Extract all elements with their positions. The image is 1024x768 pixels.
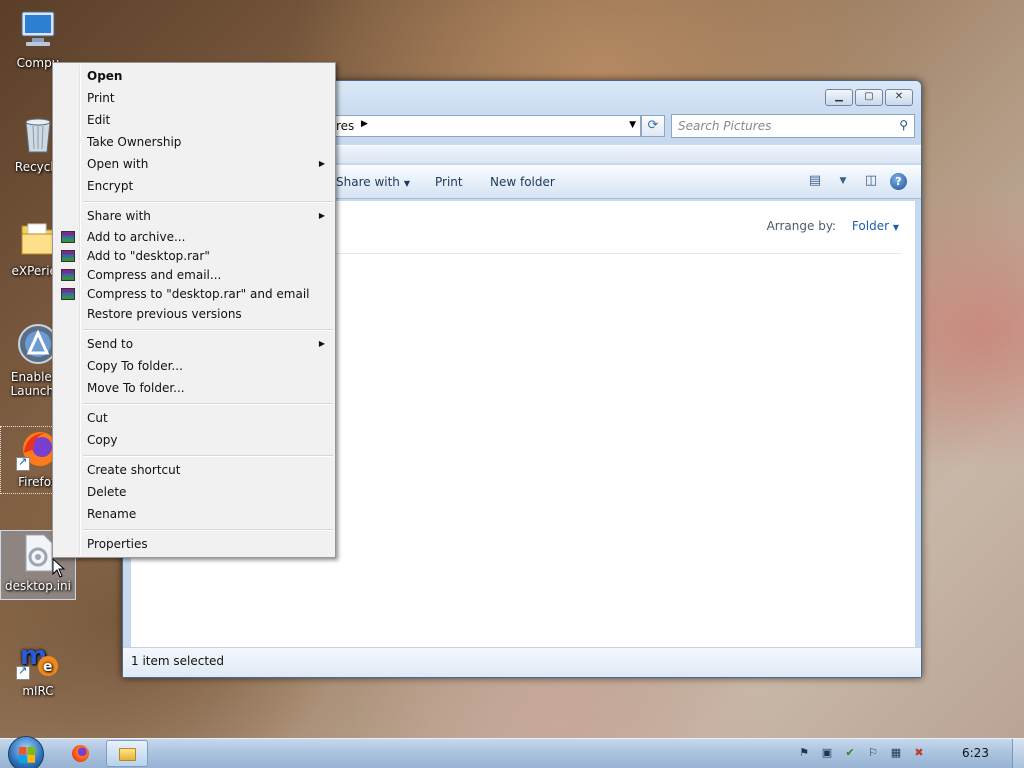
menu-item-add-to-rar[interactable]: Add to "desktop.rar" xyxy=(55,246,333,266)
folder-icon xyxy=(119,748,136,761)
menu-item-add-to-archive[interactable]: Add to archive... xyxy=(55,227,333,247)
menu-item-label: Compress to "desktop.rar" and email xyxy=(87,287,310,301)
show-desktop-button[interactable] xyxy=(1012,739,1024,768)
refresh-button[interactable]: ⟳ xyxy=(641,115,665,137)
menu-item-copy[interactable]: Copy xyxy=(55,430,333,450)
window-controls: ▁ ▢ ✕ xyxy=(825,89,913,106)
menu-item-send-to[interactable]: Send to ▶ xyxy=(55,334,333,354)
desktop-icon-computer[interactable]: Compu xyxy=(0,8,76,70)
windows-logo-icon xyxy=(19,747,35,763)
security-tray-icon[interactable]: ✔ xyxy=(842,745,858,761)
start-button[interactable] xyxy=(8,736,44,768)
mirc-icon: me xyxy=(16,636,60,680)
menu-item-print[interactable]: Print xyxy=(55,88,333,108)
firefox-icon xyxy=(72,745,89,762)
menu-item-label: Share with xyxy=(87,209,151,223)
mouse-cursor-icon xyxy=(52,558,66,578)
submenu-arrow-icon: ▶ xyxy=(318,159,325,168)
arrange-by: Arrange by: Folder ▼ xyxy=(767,219,899,233)
volume-muted-icon[interactable]: ✖ xyxy=(911,745,927,761)
menu-item-take-ownership[interactable]: Take Ownership xyxy=(55,132,333,152)
menu-item-rename[interactable]: Rename xyxy=(55,504,333,524)
preview-pane-icon[interactable]: ◫ xyxy=(862,172,880,190)
menu-item-properties[interactable]: Properties xyxy=(55,534,333,554)
search-input[interactable] xyxy=(678,116,888,136)
maximize-button[interactable]: ▢ xyxy=(855,89,883,106)
winrar-icon xyxy=(61,269,75,281)
menu-item-compress-rar-email[interactable]: Compress to "desktop.rar" and email xyxy=(55,284,333,304)
arrange-by-label: Arrange by: xyxy=(766,219,837,233)
menu-item-label: Compress and email... xyxy=(87,268,222,282)
search-box[interactable]: ⚲ xyxy=(671,114,915,138)
minimize-button[interactable]: ▁ xyxy=(825,89,853,106)
search-icon[interactable]: ⚲ xyxy=(899,118,908,132)
taskbar: ⚑ ▣ ✔ ⚐ ▦ ✖ 6:23 xyxy=(0,736,1024,768)
chevron-down-icon[interactable]: ▼ xyxy=(893,223,899,232)
submenu-arrow-icon: ▶ xyxy=(318,339,325,348)
system-tray: ⚑ ▣ ✔ ⚐ ▦ ✖ xyxy=(796,745,927,761)
view-dropdown-icon[interactable]: ▼ xyxy=(834,172,852,190)
winrar-icon xyxy=(61,250,75,262)
menu-separator xyxy=(83,403,333,405)
document-tray-icon[interactable]: ▣ xyxy=(819,745,835,761)
close-button[interactable]: ✕ xyxy=(885,89,913,106)
menu-item-create-shortcut[interactable]: Create shortcut xyxy=(55,460,333,480)
menu-separator xyxy=(83,455,333,457)
submenu-arrow-icon: ▶ xyxy=(318,211,325,220)
status-text: 1 item selected xyxy=(131,654,225,668)
menu-item-label: Open with xyxy=(87,157,149,171)
menu-item-share-with[interactable]: Share with ▶ xyxy=(55,206,333,226)
menu-item-restore-versions[interactable]: Restore previous versions xyxy=(55,304,333,324)
computer-icon xyxy=(16,8,60,52)
breadcrumb[interactable]: res xyxy=(336,119,354,133)
menu-item-copy-to-folder[interactable]: Copy To folder... xyxy=(55,356,333,376)
desktop-icon-mirc[interactable]: me mIRC xyxy=(0,636,76,698)
network-icon[interactable]: ▦ xyxy=(888,745,904,761)
menu-separator xyxy=(83,329,333,331)
chevron-down-icon: ▼ xyxy=(403,179,411,188)
desktop-icon-label: desktop.ini xyxy=(5,579,71,593)
menu-item-open-with[interactable]: Open with ▶ xyxy=(55,154,333,174)
share-with-label: Share with xyxy=(336,175,400,189)
status-bar: 1 item selected xyxy=(123,647,921,677)
network-tray-icon[interactable]: ⚑ xyxy=(796,745,812,761)
arrange-by-dropdown[interactable]: Folder xyxy=(852,219,889,233)
breadcrumb-arrow-icon[interactable]: ▶ xyxy=(361,119,368,129)
flag-icon[interactable]: ⚐ xyxy=(865,745,881,761)
taskbar-explorer-button[interactable] xyxy=(106,740,148,767)
desktop-icon-label: mIRC xyxy=(22,684,54,698)
share-with-button[interactable]: Share with ▼ xyxy=(336,175,410,189)
view-controls: ▤ ▼ ◫ ? xyxy=(806,172,907,190)
change-view-icon[interactable]: ▤ xyxy=(806,172,824,190)
menu-item-edit[interactable]: Edit xyxy=(55,110,333,130)
menu-item-label: Send to xyxy=(87,337,134,351)
menu-item-encrypt[interactable]: Encrypt xyxy=(55,176,333,196)
menu-item-compress-email[interactable]: Compress and email... xyxy=(55,265,333,285)
taskbar-firefox-button[interactable] xyxy=(60,740,102,767)
context-menu: Open Print Edit Take Ownership Open with… xyxy=(52,62,336,558)
new-folder-button[interactable]: New folder xyxy=(490,175,555,189)
svg-text:e: e xyxy=(43,659,53,675)
help-icon[interactable]: ? xyxy=(890,172,907,190)
menu-item-move-to-folder[interactable]: Move To folder... xyxy=(55,378,333,398)
menu-item-label: Add to archive... xyxy=(87,230,186,244)
address-dropdown-icon[interactable]: ▼ xyxy=(629,120,636,130)
menu-item-delete[interactable]: Delete xyxy=(55,482,333,502)
menu-separator xyxy=(83,201,333,203)
shortcut-arrow-icon xyxy=(16,455,30,471)
winrar-icon xyxy=(61,231,75,243)
menu-item-label: Add to "desktop.rar" xyxy=(87,249,210,263)
winrar-icon xyxy=(61,288,75,300)
print-button[interactable]: Print xyxy=(435,175,463,189)
address-bar[interactable]: res ▶ ▼ xyxy=(323,115,641,137)
menu-item-cut[interactable]: Cut xyxy=(55,408,333,428)
menu-separator xyxy=(83,529,333,531)
clock[interactable]: 6:23 xyxy=(962,746,989,760)
shortcut-arrow-icon xyxy=(16,664,30,680)
menu-item-open[interactable]: Open xyxy=(55,66,333,86)
